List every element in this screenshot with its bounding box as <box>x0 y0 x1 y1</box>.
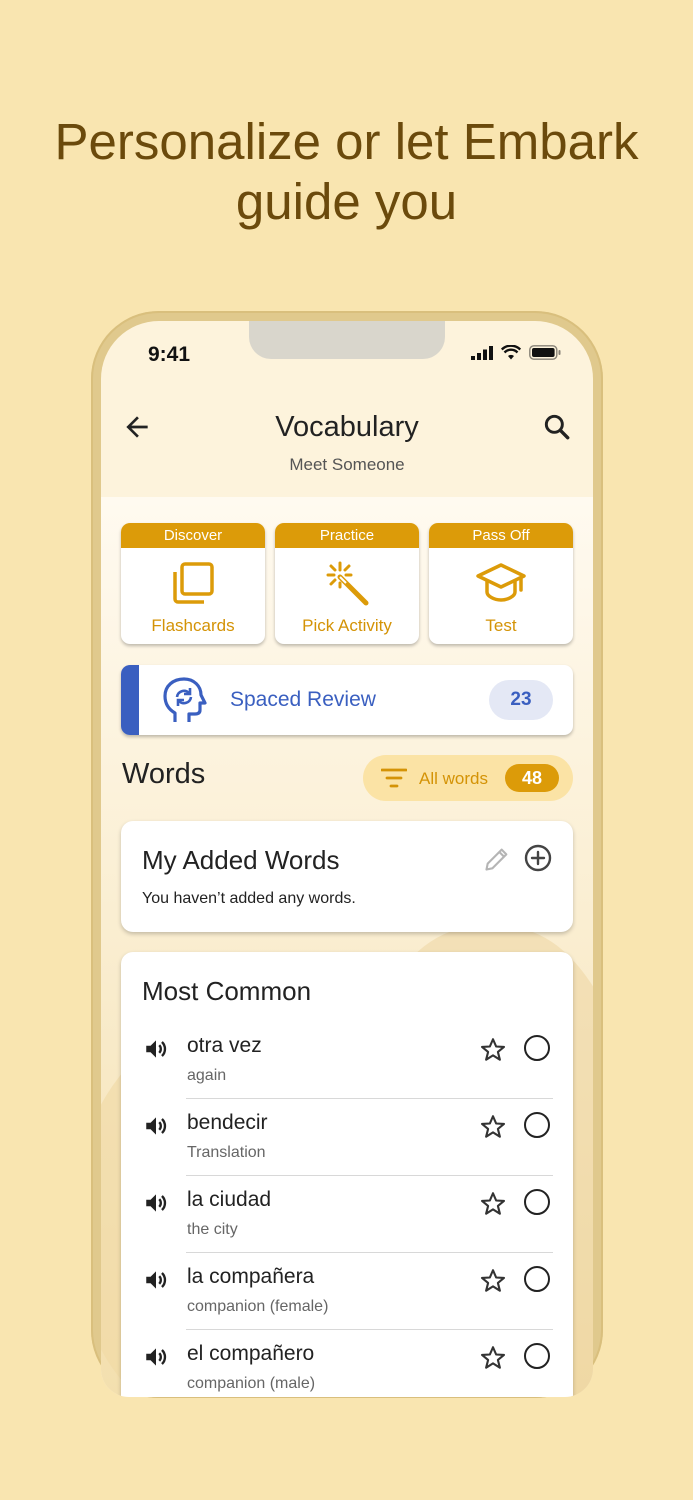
search-button[interactable] <box>541 411 573 443</box>
app-bar: Vocabulary Meet Someone <box>101 381 593 497</box>
phone-frame: 9:41 Vocabulary Meet Someone Discover Fl… <box>91 311 603 1398</box>
brain-refresh-icon <box>163 677 207 722</box>
star-icon[interactable] <box>479 1036 507 1064</box>
word-term: la compañera <box>187 1265 315 1288</box>
activity-header: Discover <box>121 523 265 548</box>
word-translation: companion (female) <box>187 1298 329 1315</box>
activity-label: Flashcards <box>151 616 235 635</box>
most-common-card: Most Common otra vez again bendecir Tran… <box>121 952 573 1397</box>
word-list: otra vez again bendecir Translation la c… <box>121 1022 573 1397</box>
word-row[interactable]: la ciudad the city <box>121 1176 573 1253</box>
phone-screen: 9:41 Vocabulary Meet Someone Discover Fl… <box>101 321 593 1397</box>
word-row[interactable]: bendecir Translation <box>121 1099 573 1176</box>
activity-header: Practice <box>275 523 419 548</box>
search-icon <box>544 414 570 440</box>
word-row[interactable]: el compañero companion (male) <box>121 1330 573 1397</box>
headline-line-2: guide you <box>235 173 458 230</box>
mark-known-toggle[interactable] <box>524 1189 550 1215</box>
activity-label: Test <box>485 616 517 635</box>
notch <box>249 321 445 359</box>
spaced-review-label: Spaced Review <box>230 688 376 711</box>
mark-known-toggle[interactable] <box>524 1112 550 1138</box>
most-common-title: Most Common <box>142 976 312 1006</box>
activity-label: Pick Activity <box>302 616 392 635</box>
magic-wand-icon <box>326 561 369 606</box>
speaker-icon[interactable] <box>142 1113 170 1139</box>
star-icon[interactable] <box>479 1344 507 1372</box>
star-icon[interactable] <box>479 1190 507 1218</box>
word-translation: companion (male) <box>187 1375 316 1392</box>
word-term: el compañero <box>187 1342 315 1365</box>
battery-icon <box>529 345 561 360</box>
words-heading: Words <box>122 758 206 790</box>
speaker-icon[interactable] <box>142 1344 170 1370</box>
spaced-review-card[interactable]: Spaced Review 23 <box>121 665 573 735</box>
page-subtitle: Meet Someone <box>289 455 405 474</box>
word-translation: the city <box>187 1221 238 1238</box>
added-words-empty-text: You haven’t added any words. <box>142 890 356 907</box>
graduation-cap-icon <box>476 563 526 602</box>
headline-line-1: Personalize or let Embark <box>54 113 639 170</box>
page-title: Vocabulary <box>275 411 419 443</box>
mark-known-toggle[interactable] <box>524 1035 550 1061</box>
speaker-icon[interactable] <box>142 1267 170 1293</box>
filter-icon <box>381 768 407 788</box>
add-word-button[interactable] <box>523 843 553 878</box>
star-icon[interactable] <box>479 1267 507 1295</box>
pencil-icon <box>485 848 508 871</box>
word-term: bendecir <box>187 1111 268 1134</box>
flashcards-card[interactable]: Discover Flashcards <box>121 523 265 644</box>
mark-known-toggle[interactable] <box>524 1343 550 1369</box>
added-words-title: My Added Words <box>142 845 340 875</box>
filter-label: All words <box>419 769 488 788</box>
flashcards-icon <box>173 562 214 604</box>
status-time: 9:41 <box>148 343 191 366</box>
mark-known-toggle[interactable] <box>524 1266 550 1292</box>
activity-header: Pass Off <box>429 523 573 548</box>
wifi-icon <box>501 345 521 360</box>
spaced-review-accent <box>121 665 139 735</box>
add-circle-icon <box>524 844 552 872</box>
word-term: la ciudad <box>187 1188 272 1211</box>
speaker-icon[interactable] <box>142 1036 170 1062</box>
word-translation: Translation <box>187 1144 266 1161</box>
edit-words-button[interactable] <box>483 845 511 878</box>
speaker-icon[interactable] <box>142 1190 170 1216</box>
star-icon[interactable] <box>479 1113 507 1141</box>
activity-cards: Discover Flashcards Practice Pick Activi… <box>121 523 573 644</box>
my-added-words-card: My Added Words You haven’t added any wor… <box>121 821 573 932</box>
status-icons <box>471 345 561 360</box>
pick-activity-card[interactable]: Practice Pick Activity <box>275 523 419 644</box>
all-words-filter[interactable]: All words 48 <box>363 755 573 801</box>
word-row[interactable]: otra vez again <box>121 1022 573 1099</box>
headline: Personalize or let Embark guide you <box>0 112 693 232</box>
word-translation: again <box>187 1067 227 1084</box>
test-card[interactable]: Pass Off Test <box>429 523 573 644</box>
filter-count: 48 <box>505 764 559 792</box>
spaced-review-count: 23 <box>489 680 553 720</box>
word-term: otra vez <box>187 1034 262 1057</box>
signal-icon <box>471 345 493 360</box>
word-row[interactable]: la compañera companion (female) <box>121 1253 573 1330</box>
